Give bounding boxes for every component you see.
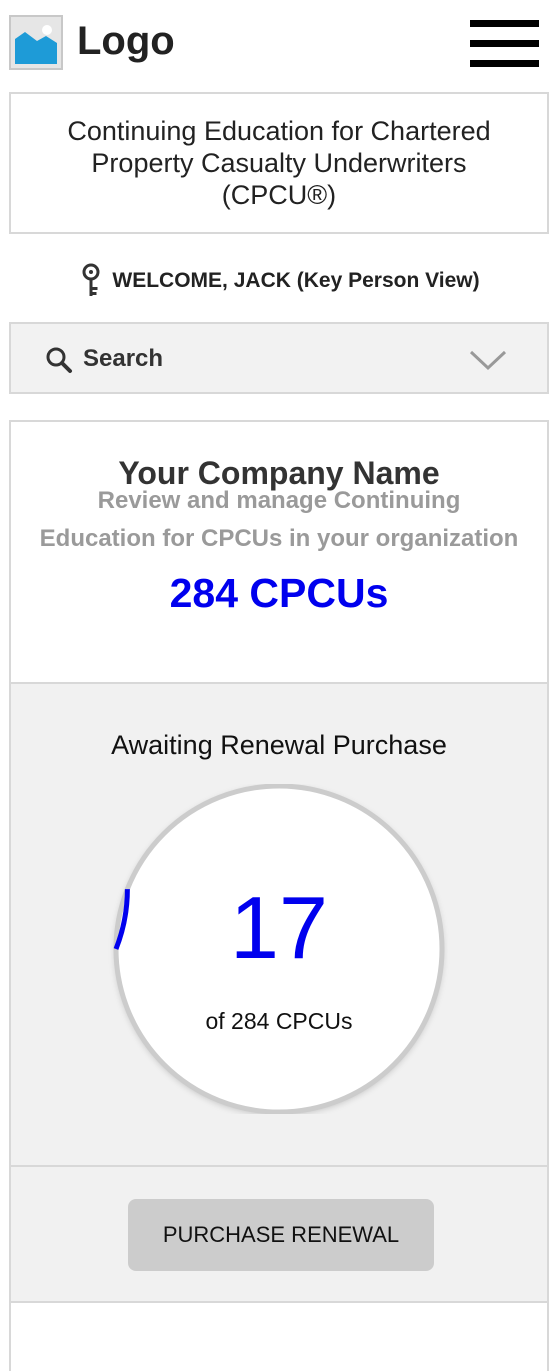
chevron-down-icon[interactable] — [469, 348, 507, 372]
logo-text[interactable]: Logo — [77, 15, 175, 67]
company-description-line-1: Review and manage Continuing — [97, 487, 461, 514]
welcome-text: WELCOME, JACK (Key Person View) — [112, 269, 480, 292]
header: Logo — [0, 0, 560, 88]
key-icon — [82, 263, 100, 296]
company-summary: Your Company Name Review and manage Cont… — [11, 422, 547, 682]
company-card: Your Company Name Review and manage Cont… — [9, 420, 549, 1371]
program-title-box: Continuing Education for Chartered Prope… — [9, 92, 549, 234]
image-placeholder-icon[interactable] — [9, 15, 63, 70]
search-bar[interactable]: Search — [9, 322, 549, 394]
renewal-panel: Awaiting Renewal Purchase 17 of 284 CPCU… — [11, 682, 547, 1165]
awaiting-total-label: of 284 CPCUs — [205, 1008, 353, 1034]
awaiting-count: 17 — [230, 878, 328, 977]
company-description-line-2: Education for CPCUs in your organization — [39, 525, 519, 552]
hamburger-menu-icon[interactable] — [470, 20, 539, 68]
purchase-renewal-button[interactable]: PURCHASE RENEWAL — [128, 1199, 434, 1271]
program-title: Continuing Education for Chartered Prope… — [67, 116, 491, 210]
renewal-actions: PURCHASE RENEWAL — [11, 1165, 547, 1303]
search-icon — [46, 347, 72, 373]
cpcu-count[interactable]: 284 CPCUs — [11, 568, 547, 618]
welcome-banner: WELCOME, JACK (Key Person View) — [0, 262, 560, 300]
renewal-title: Awaiting Renewal Purchase — [111, 730, 447, 760]
search-label: Search — [83, 345, 164, 372]
company-description: Review and manage Continuing Education f… — [21, 482, 537, 558]
page: Logo Continuing Education for Chartered … — [0, 0, 560, 1371]
